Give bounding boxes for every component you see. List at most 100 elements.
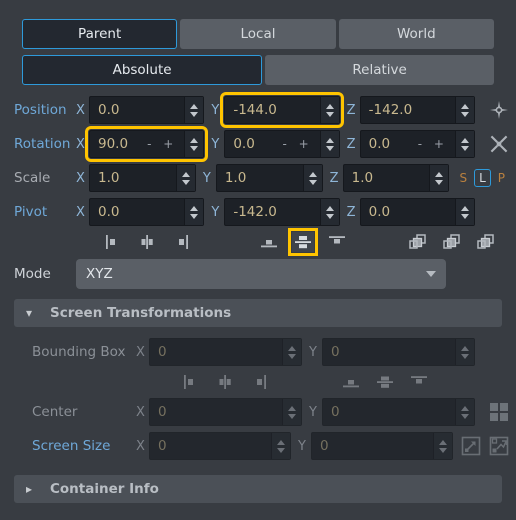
pivot-y-spinner[interactable] [319,199,339,225]
rotation-y-spinner[interactable] [319,131,339,157]
align-middle-icon[interactable] [374,372,396,392]
tab-relative[interactable]: Relative [265,55,494,85]
scale-y-spinner[interactable] [302,165,322,191]
pivot-z-value: 0.0 [368,204,391,220]
pivot-x-input[interactable]: 0.0 [89,198,205,226]
pivot-z-spinner[interactable] [454,199,474,225]
bounding-box-y-spinner[interactable] [455,339,474,365]
align-top-icon[interactable] [326,232,348,252]
rotation-x-input[interactable]: 90.0 - + [84,126,209,162]
grid-layout-icon[interactable] [482,402,516,422]
center-x-input[interactable]: 0 [149,398,302,426]
mode-label: Mode [14,266,51,282]
position-x-spinner[interactable] [184,97,204,123]
bounding-box-x-value: 0 [158,344,167,360]
bounding-box-align-toolbar [0,369,516,395]
align-center-icon[interactable] [214,372,236,392]
rotation-z-spinner[interactable] [454,131,474,157]
position-z-input[interactable]: -142.0 [359,96,475,124]
bounding-box-label: Bounding Box [32,344,126,360]
screen-transformations-header[interactable]: ▾ Screen Transformations [14,299,502,327]
chevron-right-icon: ▸ [26,482,33,496]
scale-x-spinner[interactable] [175,165,195,191]
screen-size-y-input[interactable]: 0 [311,432,453,460]
center-label: Center [32,404,78,420]
pivot-label[interactable]: Pivot [14,204,76,220]
position-y-spinner[interactable] [319,97,339,123]
align-middle-icon[interactable] [288,228,318,256]
bounding-box-x-spinner[interactable] [282,339,301,365]
transform-panel: Parent Local World Absolute Relative Pos… [0,0,516,520]
align-bottom-icon[interactable] [258,232,280,252]
mode-row: Mode XYZ [0,255,516,293]
rotation-z-input[interactable]: 0.0 - + [359,130,475,158]
align-right-icon[interactable] [170,232,192,252]
tab-local[interactable]: Local [180,19,336,49]
bounding-box-y-input[interactable]: 0 [322,338,475,366]
scale-toggle-s[interactable]: S [456,170,470,186]
align-left-icon[interactable] [180,372,202,392]
rotation-z-value: 0.0 [368,136,391,152]
rotation-z-stepper-buttons[interactable]: - + [418,137,455,151]
screen-size-x-input[interactable]: 0 [149,432,291,460]
pivot-axis-y-label: Y [211,204,220,220]
mode-dropdown[interactable]: XYZ [76,259,446,289]
center-y-spinner[interactable] [455,399,474,425]
pivot-y-value: -142.0 [233,204,277,220]
center-pivot-icon[interactable] [482,99,516,121]
rotation-x-stepper-buttons[interactable]: - + [147,137,184,151]
rotation-label[interactable]: Rotation [14,136,76,152]
scale-z-input[interactable]: 1.0 [342,164,450,192]
scale-axis-x-label: X [76,170,85,186]
tab-world[interactable]: World [338,19,494,49]
screen-size-y-spinner[interactable] [433,433,452,459]
position-x-input[interactable]: 0.0 [89,96,205,124]
scale-label[interactable]: Scale [14,170,76,186]
position-y-input[interactable]: -144.0 [220,92,344,128]
fit-to-screen-icon[interactable] [488,436,510,456]
scale-z-spinner[interactable] [429,165,449,191]
screen-size-label[interactable]: Screen Size [32,438,136,454]
scale-x-input[interactable]: 1.0 [89,164,196,192]
bounding-box-axis-x-label: X [136,344,145,360]
position-y-value: -144.0 [233,102,277,118]
rotation-x-spinner[interactable] [184,131,204,157]
align-center-icon[interactable] [136,232,158,252]
pivot-z-input[interactable]: 0.0 [359,198,475,226]
position-axis-x-label: X [76,102,85,118]
distribute-middle-icon[interactable] [442,232,464,252]
bounding-box-align-vertical-group [340,372,430,392]
pivot-y-input[interactable]: -142.0 [224,198,340,226]
rotation-y-stepper-buttons[interactable]: - + [282,137,319,151]
pivot-x-spinner[interactable] [184,199,204,225]
rotation-y-input[interactable]: 0.0 - + [224,130,340,158]
reset-rotation-icon[interactable] [482,133,516,155]
position-row: Position X 0.0 Y -144.0 Z -142.0 [0,92,516,128]
position-label[interactable]: Position [14,102,76,118]
distribute-front-icon[interactable] [476,232,498,252]
screen-size-x-spinner[interactable] [271,433,290,459]
align-left-icon[interactable] [102,232,124,252]
align-top-icon[interactable] [408,372,430,392]
scale-toggle-l[interactable]: L [474,169,491,187]
position-z-spinner[interactable] [454,97,474,123]
pivot-align-horizontal-group [102,232,192,252]
container-info-header[interactable]: ▸ Container Info [14,475,502,503]
align-bottom-icon[interactable] [340,372,362,392]
scale-toggle-p[interactable]: P [495,170,508,186]
resize-expand-icon[interactable] [460,436,482,456]
chevron-down-icon: ▾ [26,306,33,320]
center-y-input[interactable]: 0 [322,398,475,426]
center-x-spinner[interactable] [282,399,301,425]
distribute-back-icon[interactable] [408,232,430,252]
scale-axis-z-label: Z [329,170,339,186]
scale-x-value: 1.0 [98,170,120,186]
scale-row: Scale X 1.0 Y 1.0 Z 1.0 S L P [0,161,516,195]
bounding-box-align-horizontal-group [180,372,270,392]
align-right-icon[interactable] [248,372,270,392]
scale-y-input[interactable]: 1.0 [215,164,323,192]
screen-size-axis-y-label: Y [298,438,306,454]
tab-absolute[interactable]: Absolute [22,55,263,85]
bounding-box-x-input[interactable]: 0 [149,338,302,366]
tab-parent[interactable]: Parent [22,19,178,49]
